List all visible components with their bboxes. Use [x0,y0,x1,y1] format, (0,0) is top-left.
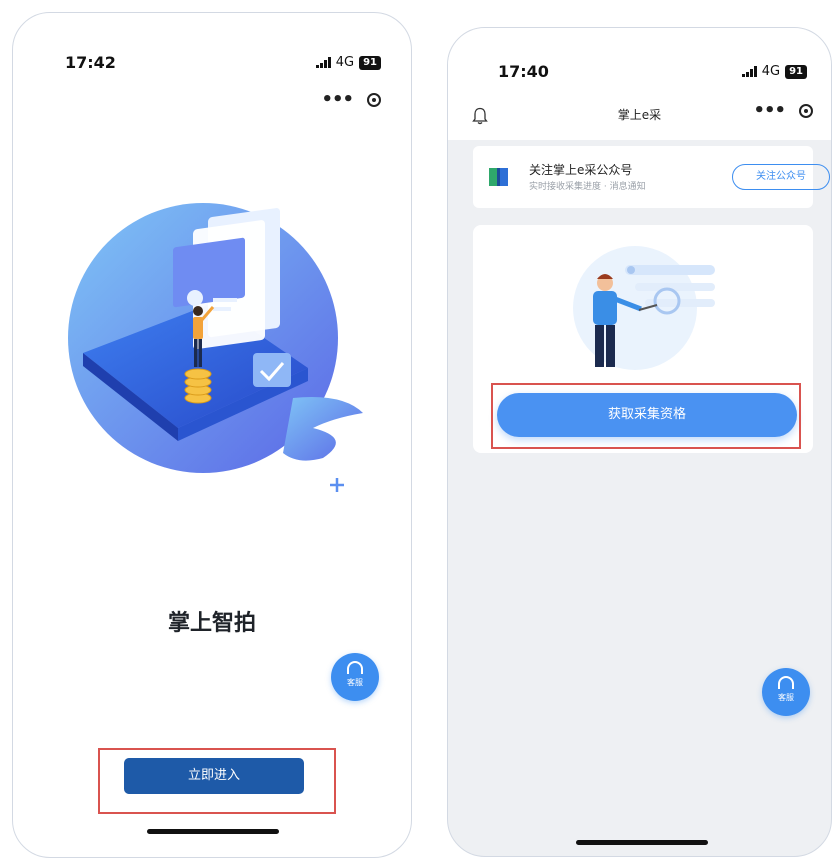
target-icon[interactable] [367,93,381,107]
follow-card-subtitle: 实时接收采集进度 · 消息通知 [529,182,646,192]
follow-account-card: 关注掌上e采公众号 实时接收采集进度 · 消息通知 关注公众号 [473,146,830,208]
phone-screen-zhangshang-ecai: 17:40 4G 91 掌上e采 ••• 关注掌上e采公众号 实时接收采集进度 … [447,27,832,857]
navigation-bar: 掌上e采 ••• [448,98,831,134]
status-indicators: 4G 91 [316,55,381,70]
customer-service-button[interactable]: 客服 [762,668,810,716]
phone-screen-zhangshang-zhipai: 17:42 4G 91 ••• 掌上智拍 客服 立即进入 [12,12,412,858]
battery-icon: 91 [785,64,807,79]
app-title: 掌上智拍 [167,611,256,636]
status-time: 17:40 [498,62,549,81]
home-indicator [147,829,279,834]
service-label: 客服 [778,693,794,702]
status-time: 17:42 [65,53,116,72]
mini-program-capsule: ••• [753,102,813,120]
brand-logo-icon [489,168,508,186]
highlight-frame [491,383,801,449]
target-icon[interactable] [799,104,813,118]
network-label: 4G [335,55,355,70]
more-dots-icon[interactable]: ••• [321,91,354,109]
enter-now-button[interactable]: 立即进入 [124,758,304,794]
service-label: 客服 [347,678,363,687]
follow-card-title: 关注掌上e采公众号 [529,163,633,177]
more-dots-icon[interactable]: ••• [753,102,786,120]
service-headset-icon [778,676,794,689]
customer-service-button[interactable]: 客服 [331,653,379,701]
service-headset-icon [347,661,363,674]
signal-icon [742,66,757,77]
battery-icon: 91 [359,55,381,70]
status-indicators: 4G 91 [742,64,807,79]
follow-account-button[interactable]: 关注公众号 [732,164,830,190]
mini-program-capsule: ••• [321,91,381,109]
home-indicator [576,840,708,845]
presenter-illustration [573,246,715,370]
hero-illustration [68,203,363,492]
network-label: 4G [761,64,781,79]
status-bar: 17:42 4G 91 [13,53,411,83]
signal-icon [316,57,331,68]
status-bar: 17:40 4G 91 [448,62,831,92]
